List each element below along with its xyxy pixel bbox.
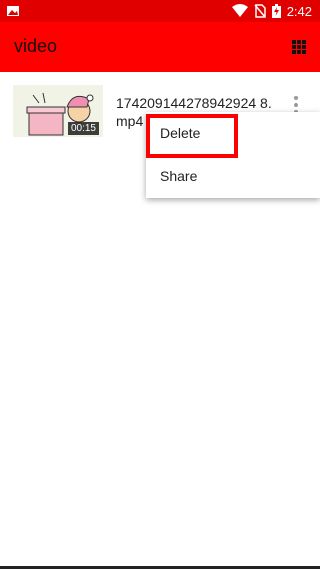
app-bar: video — [0, 22, 320, 72]
image-icon — [7, 6, 19, 16]
menu-item-label: Delete — [160, 125, 201, 141]
grid-icon[interactable] — [292, 40, 306, 54]
page-title: video — [14, 36, 58, 56]
popup-menu: Delete Share — [146, 112, 320, 198]
battery-charging-icon — [271, 4, 281, 18]
clock: 2:42 — [286, 3, 312, 19]
wifi-icon — [231, 4, 248, 17]
status-bar: 2:42 — [0, 0, 320, 22]
menu-item-delete[interactable]: Delete — [146, 112, 320, 155]
video-duration: 00:15 — [67, 122, 99, 135]
no-sim-icon — [254, 4, 266, 18]
menu-item-share[interactable]: Share — [146, 155, 320, 198]
menu-item-label: Share — [160, 168, 198, 184]
video-thumbnail[interactable]: 00:15 — [13, 85, 103, 137]
